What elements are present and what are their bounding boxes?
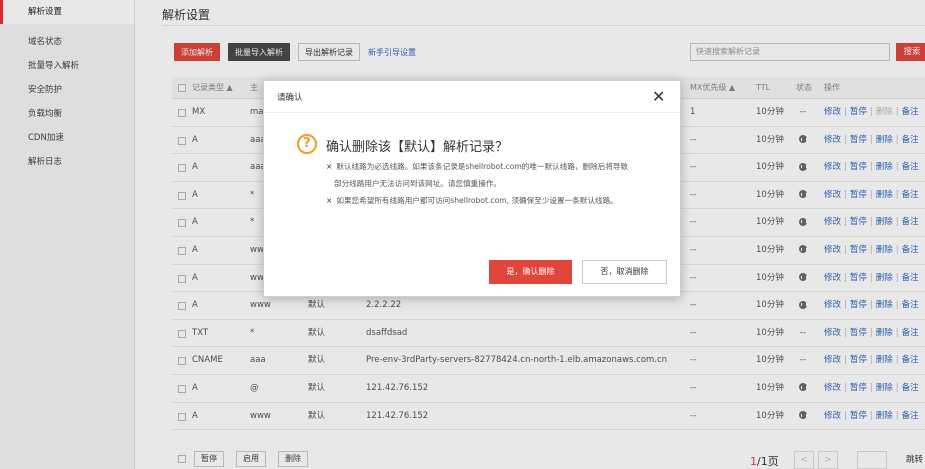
dialog-line-2: 部分线路用户无法访问到该网址。请您慎重操作。	[334, 179, 502, 188]
dialog-text: 如果您希望所有线路用户都可访问shellrobot.com, 须确保至少设置一条…	[336, 196, 618, 205]
dialog-line-3: × 如果您希望所有线路用户都可访问shellrobot.com, 须确保至少设置一…	[326, 195, 618, 206]
dialog-text: 默认线路为必选线路。如果该条记录是shellrobot.com的唯一默认线路，删…	[336, 162, 629, 171]
dialog-title: 请确认	[277, 93, 303, 103]
confirm-dialog: 请确认 ✕ ? 确认删除该【默认】解析记录？ × 默认线路为必选线路。如果该条记录…	[263, 80, 681, 297]
cancel-delete-button[interactable]: 否，取消删除	[582, 260, 667, 284]
dialog-heading: 确认删除该【默认】解析记录？	[326, 140, 509, 155]
close-icon[interactable]: ✕	[652, 87, 665, 106]
bullet: ×	[326, 162, 333, 171]
confirm-delete-button[interactable]: 是，确认删除	[489, 260, 572, 284]
bullet: ×	[326, 196, 333, 205]
dialog-header: 请确认 ✕	[264, 81, 680, 113]
dialog-line-1: × 默认线路为必选线路。如果该条记录是shellrobot.com的唯一默认线路，…	[326, 161, 628, 172]
question-icon: ?	[297, 134, 317, 154]
